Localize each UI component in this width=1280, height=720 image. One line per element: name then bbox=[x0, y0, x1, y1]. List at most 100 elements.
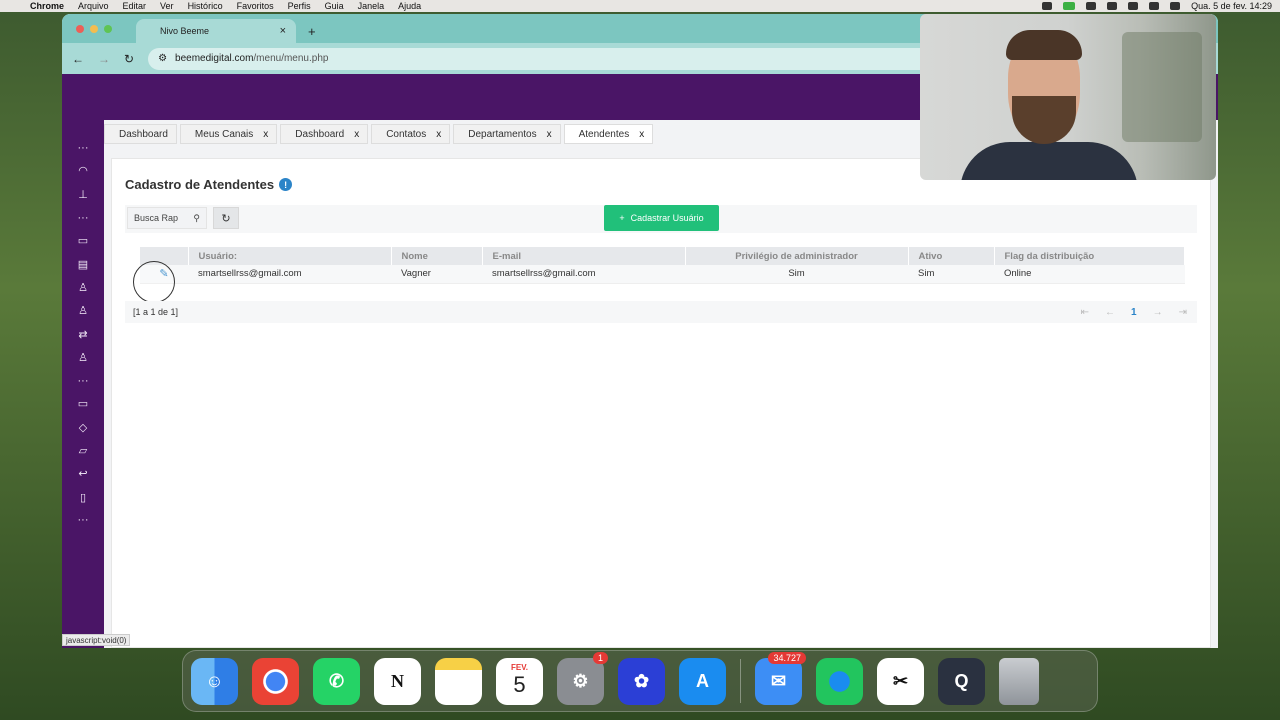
bookmark-icon[interactable]: ▯ bbox=[62, 485, 104, 508]
menu-app-name[interactable]: Chrome bbox=[30, 1, 64, 11]
org-chart-icon[interactable]: ⊥ bbox=[62, 183, 104, 206]
grapes-app-icon[interactable]: ✿ bbox=[618, 657, 665, 705]
menu-item[interactable]: Guia bbox=[325, 1, 344, 11]
close-tab-icon[interactable]: x bbox=[436, 129, 441, 140]
tab-dashboard[interactable]: Dashboard bbox=[104, 124, 177, 144]
close-tab-icon[interactable]: x bbox=[263, 129, 268, 140]
reload-icon[interactable]: ↻ bbox=[124, 52, 134, 66]
column-header[interactable]: Privilégio de administrador bbox=[685, 247, 909, 265]
minimize-window-button[interactable] bbox=[90, 25, 98, 33]
cell-email: smartsellrss@gmail.com bbox=[482, 265, 685, 284]
notion-icon[interactable]: N bbox=[374, 657, 421, 705]
tag-icon[interactable]: ◇ bbox=[62, 416, 104, 439]
calendar-icon[interactable]: FEV. 5 bbox=[496, 657, 543, 705]
sidebar-more-icon[interactable]: ··· bbox=[62, 369, 104, 392]
finder-icon[interactable]: ☺ bbox=[191, 657, 238, 705]
transfer-icon[interactable]: ⇄ bbox=[62, 322, 104, 345]
document-icon[interactable]: ▤ bbox=[62, 252, 104, 275]
back-icon[interactable]: ← bbox=[72, 52, 84, 66]
column-header[interactable]: Flag da distribuição bbox=[994, 247, 1185, 265]
sidebar-more-icon[interactable]: ··· bbox=[62, 509, 104, 532]
next-page-icon[interactable]: → bbox=[1153, 307, 1163, 318]
current-page[interactable]: 1 bbox=[1131, 307, 1137, 318]
find-my-icon[interactable] bbox=[816, 657, 863, 705]
sidebar-more-icon[interactable]: ··· bbox=[62, 136, 104, 159]
menu-item[interactable]: Favoritos bbox=[237, 1, 274, 11]
attendants-table: Usuário: Nome E-mail Privilégio de admin… bbox=[140, 247, 1185, 284]
status-icons: Qua. 5 de fev. 14:29 bbox=[1042, 1, 1272, 11]
tab-departamentos[interactable]: Departamentos x bbox=[453, 124, 561, 144]
tab-contatos[interactable]: Contatos x bbox=[371, 124, 451, 144]
menubar-clock[interactable]: Qua. 5 de fev. 14:29 bbox=[1191, 1, 1272, 11]
chrome-icon[interactable] bbox=[252, 657, 299, 705]
menu-item[interactable]: Ver bbox=[160, 1, 174, 11]
calendar-month: FEV. bbox=[510, 662, 529, 672]
last-page-icon[interactable]: ⇥ bbox=[1179, 307, 1187, 318]
search-placeholder: Busca Rap bbox=[134, 213, 179, 223]
facetime-icon[interactable] bbox=[1063, 2, 1076, 10]
close-tab-icon[interactable]: x bbox=[547, 129, 552, 140]
menu-item[interactable]: Editar bbox=[123, 1, 147, 11]
notes-icon[interactable] bbox=[435, 657, 482, 705]
record-icon[interactable] bbox=[1042, 2, 1053, 10]
menu-item[interactable]: Ajuda bbox=[398, 1, 421, 11]
site-info-icon[interactable]: ⚙ bbox=[158, 53, 167, 64]
browser-tab[interactable]: Nivo Beeme × bbox=[136, 19, 296, 43]
wifi-icon[interactable] bbox=[1149, 2, 1160, 10]
refresh-button[interactable]: ↻ bbox=[213, 207, 239, 229]
new-tab-button[interactable]: + bbox=[308, 24, 316, 39]
maximize-window-button[interactable] bbox=[104, 25, 112, 33]
column-header[interactable]: Ativo bbox=[908, 247, 995, 265]
first-page-icon[interactable]: ⇤ bbox=[1081, 307, 1089, 318]
trash-icon[interactable] bbox=[999, 657, 1039, 705]
quicktime-icon[interactable]: Q bbox=[938, 657, 985, 705]
tab-label: Atendentes bbox=[578, 128, 630, 140]
extension-icon[interactable] bbox=[1086, 2, 1097, 10]
menu-item[interactable]: Arquivo bbox=[78, 1, 109, 11]
whatsapp-icon[interactable]: ✆ bbox=[313, 657, 360, 705]
tab-dashboard-2[interactable]: Dashboard x bbox=[280, 124, 369, 144]
capcut-icon[interactable]: ✂ bbox=[877, 657, 924, 705]
info-icon[interactable]: ! bbox=[279, 178, 293, 191]
settings-icon[interactable]: ⚙ 1 bbox=[557, 651, 608, 705]
search-icon[interactable] bbox=[1170, 2, 1181, 10]
id-card-icon[interactable]: ▭ bbox=[62, 229, 104, 252]
add-user-button[interactable]: + Cadastrar Usuário bbox=[604, 205, 719, 231]
battery-icon[interactable] bbox=[1128, 2, 1139, 10]
forward-icon[interactable]: → bbox=[98, 52, 110, 66]
close-tab-icon[interactable]: x bbox=[354, 129, 359, 140]
sidebar-more-icon[interactable]: ··· bbox=[62, 206, 104, 229]
menu-item[interactable]: Janela bbox=[358, 1, 385, 11]
dashboard-gauge-icon[interactable]: ◠ bbox=[62, 159, 104, 182]
cell-active: Sim bbox=[908, 265, 994, 284]
close-window-button[interactable] bbox=[76, 25, 84, 33]
close-tab-icon[interactable]: × bbox=[280, 25, 286, 37]
user-icon[interactable]: ♙ bbox=[62, 276, 104, 299]
reply-icon[interactable]: ↩ bbox=[62, 462, 104, 485]
column-header[interactable]: Nome bbox=[391, 247, 483, 265]
tab-label: Departamentos bbox=[468, 128, 537, 140]
column-header[interactable]: E-mail bbox=[482, 247, 686, 265]
webcam-person-hair bbox=[1006, 30, 1082, 60]
chat-icon[interactable]: ▭ bbox=[62, 392, 104, 415]
close-tab-icon[interactable]: x bbox=[639, 129, 644, 140]
search-icon: ⚲ bbox=[193, 212, 200, 223]
settings-badge: 1 bbox=[592, 651, 608, 664]
table-footer: [1 a 1 de 1] ⇤ ← 1 → ⇥ bbox=[125, 301, 1197, 323]
column-header[interactable]: Usuário: bbox=[188, 247, 392, 265]
mail-icon[interactable]: ✉ 34.727 bbox=[755, 651, 806, 705]
quick-search-input[interactable]: Busca Rap ⚲ bbox=[127, 207, 207, 229]
filter-bar: Busca Rap ⚲ ↻ + Cadastrar Usuário bbox=[125, 205, 1197, 233]
folder-icon[interactable]: ▱ bbox=[62, 439, 104, 462]
menu-item[interactable]: Perfis bbox=[288, 1, 311, 11]
tab-atendentes[interactable]: Atendentes x bbox=[563, 124, 654, 144]
bluetooth-icon[interactable] bbox=[1107, 2, 1118, 10]
prev-page-icon[interactable]: ← bbox=[1105, 307, 1115, 318]
app-store-icon[interactable]: A bbox=[679, 657, 726, 705]
menu-item[interactable]: Histórico bbox=[188, 1, 223, 11]
user-group-icon[interactable]: ♙ bbox=[62, 346, 104, 369]
cell-username: smartsellrss@gmail.com bbox=[188, 265, 391, 284]
tab-meus-canais[interactable]: Meus Canais x bbox=[179, 124, 278, 144]
users-icon[interactable]: ♙ bbox=[62, 299, 104, 322]
table-row[interactable]: ✎ smartsellrss@gmail.com Vagner smartsel… bbox=[140, 265, 1185, 284]
